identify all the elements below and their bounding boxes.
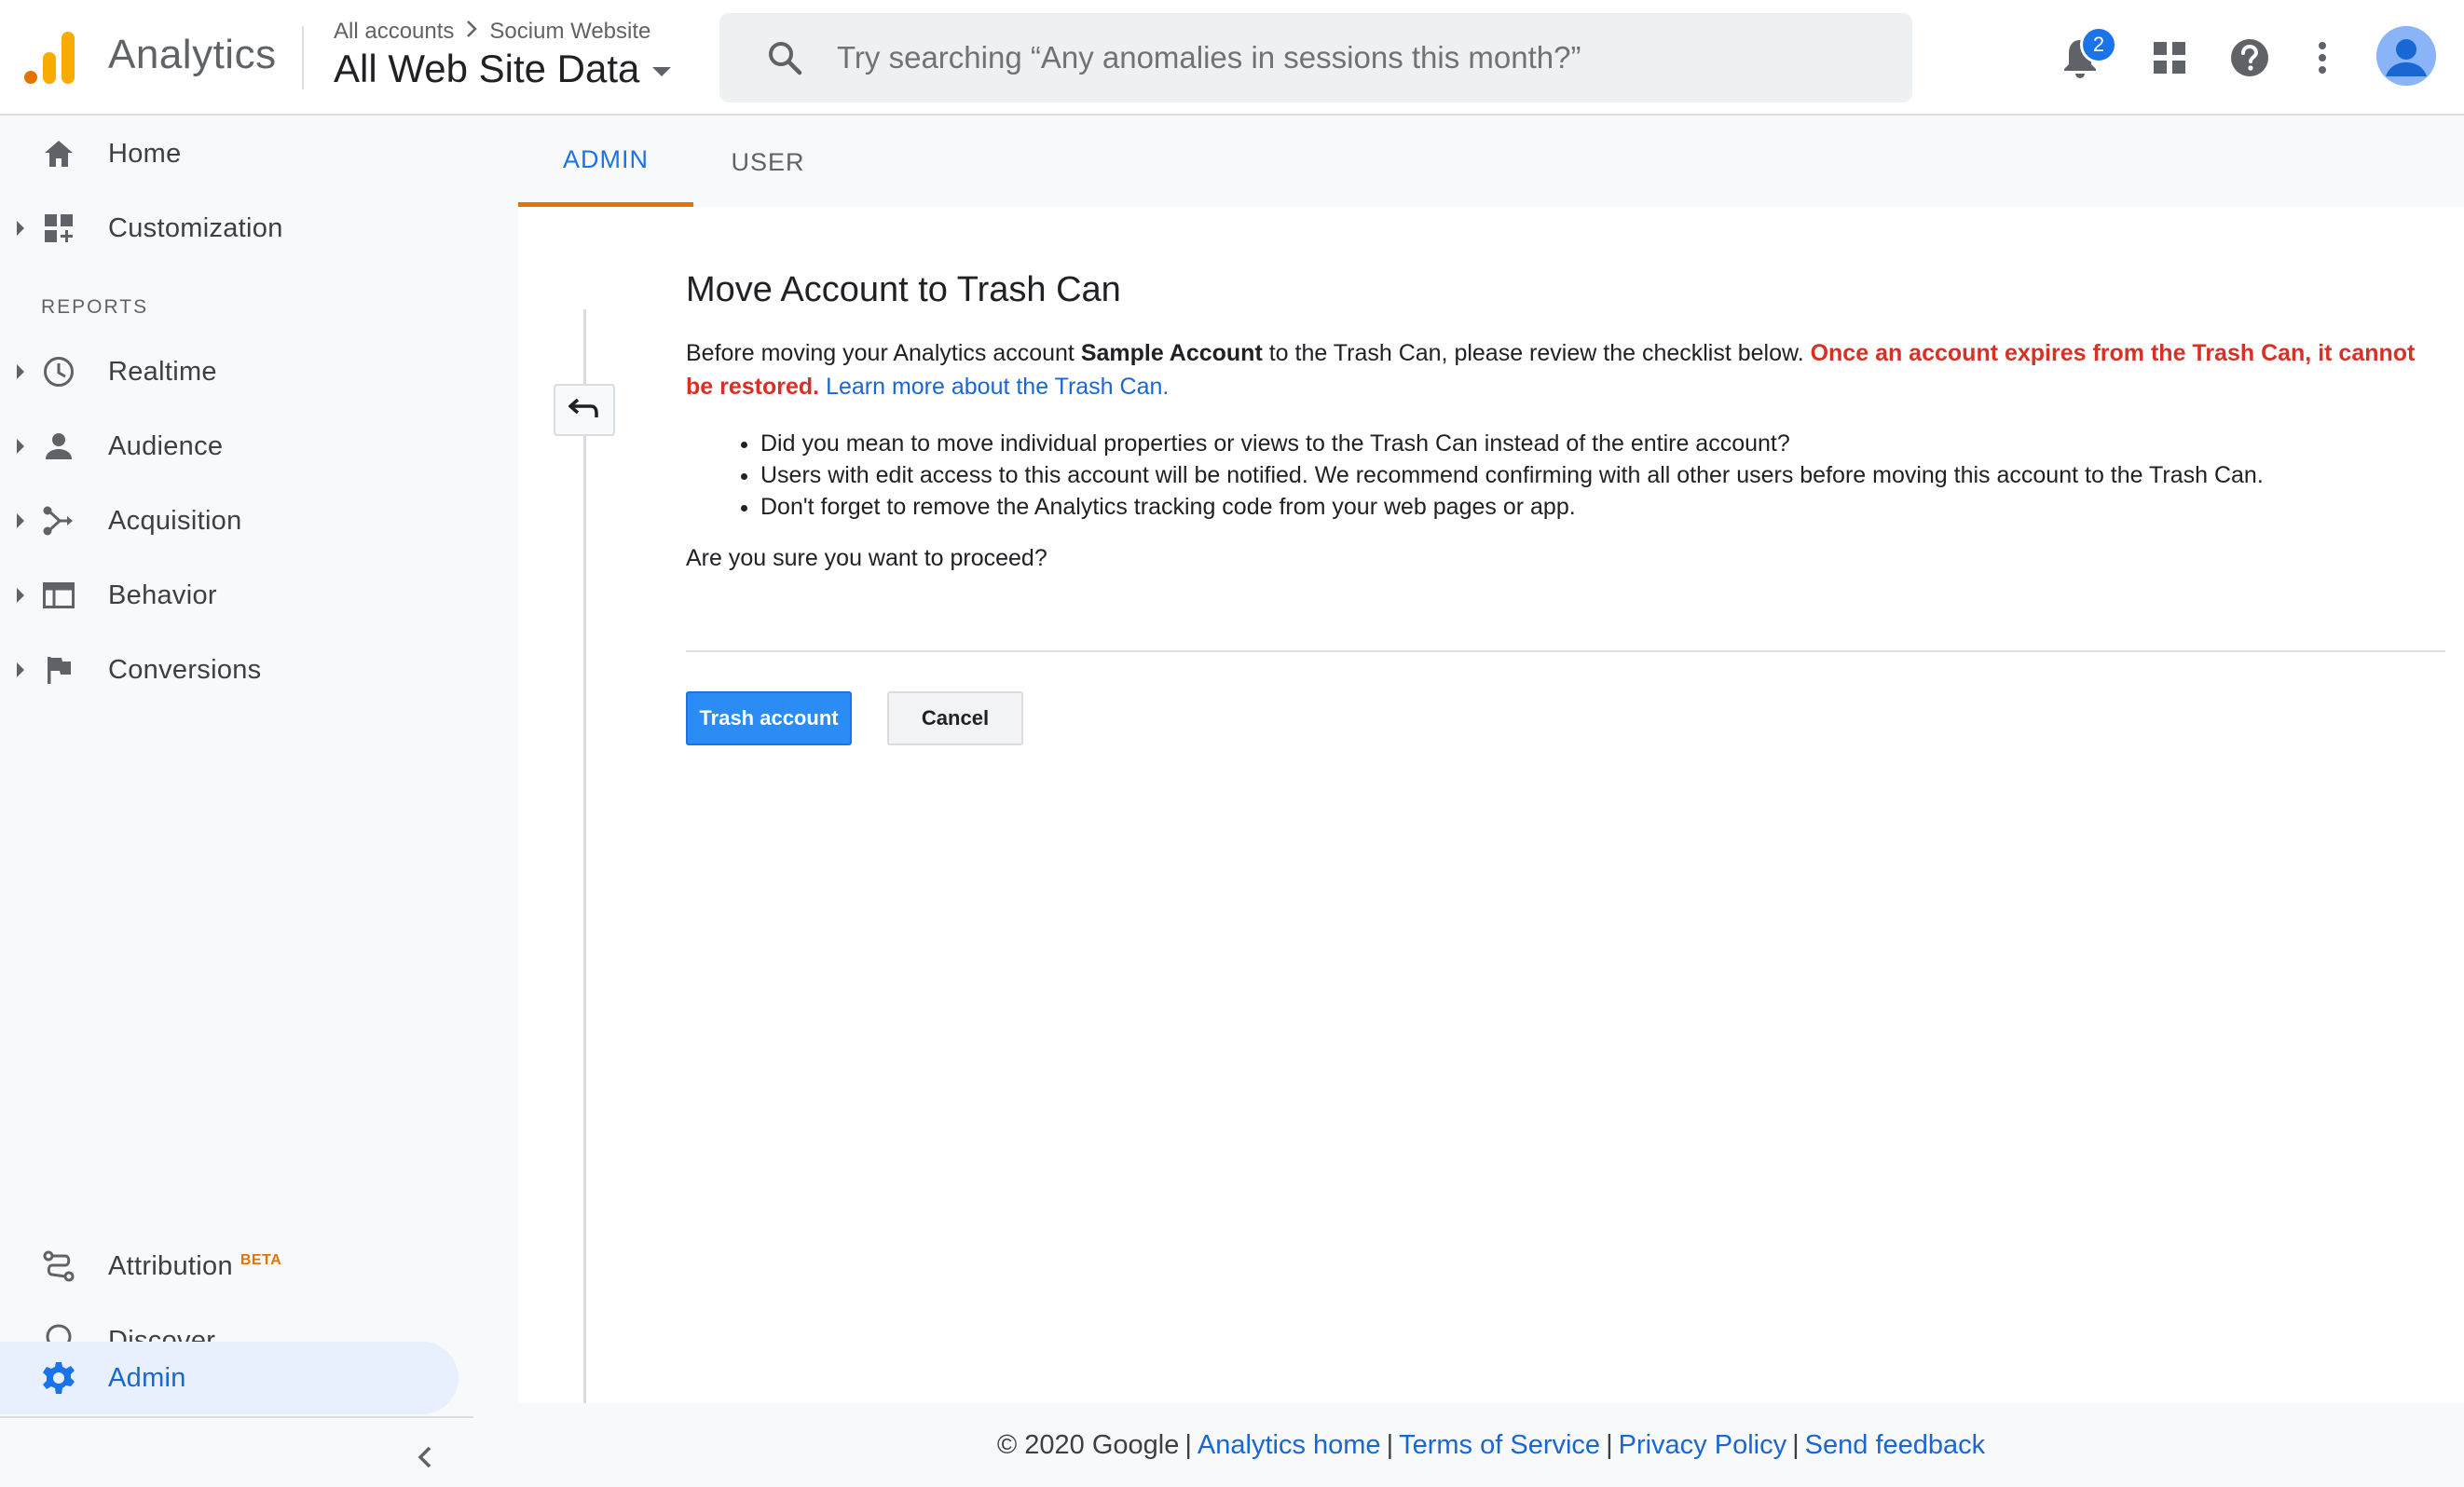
analytics-logo-icon[interactable] <box>24 30 76 84</box>
content-divider <box>686 650 2445 652</box>
nav-conversions[interactable]: Conversions <box>0 634 459 706</box>
top-app-bar: Analytics All accounts Socium Website Al… <box>0 0 2464 116</box>
person-icon <box>41 429 76 464</box>
back-arrow-icon <box>568 397 600 424</box>
notifications-count-badge: 2 <box>2080 26 2117 63</box>
dropdown-caret-icon <box>652 67 672 76</box>
breadcrumb-property[interactable]: Socium Website <box>489 19 650 45</box>
beta-badge: BETA <box>240 1251 282 1268</box>
expand-arrow-icon <box>17 439 24 454</box>
collapse-nav-chevron-left-icon[interactable] <box>408 1440 442 1474</box>
copyright: © 2020 Google <box>996 1429 1180 1460</box>
expand-arrow-icon <box>17 364 24 379</box>
nav-attribution[interactable]: Attribution BETA <box>0 1230 459 1303</box>
account-name: Sample Account <box>1080 340 1263 366</box>
nav-acquisition-label: Acquisition <box>108 505 242 536</box>
checklist-item: Users with edit access to this account w… <box>760 459 2438 491</box>
search-input[interactable] <box>837 13 1881 102</box>
view-name: All Web Site Data <box>334 47 640 90</box>
panel-guide-line <box>583 309 586 1403</box>
search-icon <box>766 39 803 76</box>
breadcrumb-account[interactable]: All accounts <box>334 19 454 45</box>
nav-behavior[interactable]: Behavior <box>0 559 459 632</box>
footer-separator: | <box>1606 1429 1613 1460</box>
nav-realtime[interactable]: Realtime <box>0 335 459 408</box>
home-icon <box>41 136 76 171</box>
footer-link-terms[interactable]: Terms of Service <box>1399 1430 1600 1461</box>
account-breadcrumb[interactable]: All accounts Socium Website <box>334 19 650 45</box>
footer-link-privacy[interactable]: Privacy Policy <box>1619 1430 1787 1461</box>
footer-link-feedback[interactable]: Send feedback <box>1805 1430 1985 1461</box>
nav-home[interactable]: Home <box>0 117 459 190</box>
browser-window-icon <box>41 578 76 613</box>
nav-behavior-label: Behavior <box>108 580 217 610</box>
nav-conversions-label: Conversions <box>108 654 262 685</box>
expand-arrow-icon <box>17 588 24 603</box>
checklist: Did you mean to move individual properti… <box>760 428 2438 523</box>
trash-account-button[interactable]: Trash account <box>686 691 852 745</box>
attribution-icon <box>41 1248 76 1284</box>
footer-separator: | <box>1792 1429 1800 1460</box>
more-vert-icon[interactable] <box>2298 34 2347 82</box>
cancel-button[interactable]: Cancel <box>887 691 1023 745</box>
expand-arrow-icon <box>17 221 24 236</box>
checklist-item: Don't forget to remove the Analytics tra… <box>760 491 2438 523</box>
clock-icon <box>41 354 76 389</box>
tab-user[interactable]: USER <box>693 117 842 207</box>
page-title: Move Account to Trash Can <box>686 270 1121 309</box>
nav-realtime-label: Realtime <box>108 356 217 387</box>
chevron-right-icon <box>465 20 478 44</box>
nav-customization-label: Customization <box>108 212 283 243</box>
footer-separator: | <box>1184 1429 1192 1460</box>
intro-paragraph: Before moving your Analytics account Sam… <box>686 336 2438 403</box>
nav-admin[interactable]: Admin <box>0 1342 459 1414</box>
search-bar[interactable] <box>719 13 1912 102</box>
learn-more-link[interactable]: Learn more about the Trash Can. <box>826 374 1169 400</box>
nav-admin-label: Admin <box>108 1362 186 1393</box>
footer-separator: | <box>1386 1429 1394 1460</box>
app-name: Analytics <box>108 32 277 77</box>
back-button[interactable] <box>554 384 615 436</box>
intro-suffix: to the Trash Can, please review the chec… <box>1262 340 1811 366</box>
help-icon[interactable] <box>2225 34 2274 82</box>
nav-audience-label: Audience <box>108 430 224 461</box>
dialog-content: Move Account to Trash Can Before moving … <box>686 268 2438 572</box>
nav-acquisition[interactable]: Acquisition <box>0 484 459 557</box>
trash-account-panel: Move Account to Trash Can Before moving … <box>518 207 2464 1403</box>
apps-icon[interactable] <box>2145 34 2194 82</box>
header-divider <box>302 26 304 89</box>
admin-user-tabs: ADMIN USER <box>518 117 2464 207</box>
account-avatar[interactable] <box>2376 26 2436 86</box>
expand-arrow-icon <box>17 662 24 677</box>
nav-audience[interactable]: Audience <box>0 410 459 483</box>
gear-icon <box>41 1360 76 1396</box>
dashboard-plus-icon <box>41 211 76 246</box>
tab-admin[interactable]: ADMIN <box>518 117 693 207</box>
nav-attribution-label: Attribution BETA <box>108 1251 281 1282</box>
expand-arrow-icon <box>17 513 24 528</box>
reports-section-heading: REPORTS <box>41 296 149 318</box>
footer: © 2020 Google | Analytics home | Terms o… <box>518 1403 2464 1487</box>
acquisition-icon <box>41 503 76 539</box>
footer-link-analytics-home[interactable]: Analytics home <box>1198 1430 1381 1461</box>
nav-customization[interactable]: Customization <box>0 192 459 265</box>
nav-home-label: Home <box>108 138 182 169</box>
flag-icon <box>41 652 76 688</box>
checklist-item: Did you mean to move individual properti… <box>760 428 2438 459</box>
view-selector[interactable]: All Web Site Data <box>334 47 672 91</box>
attribution-label-text: Attribution <box>108 1250 233 1281</box>
left-nav: Home Customization REPORTS Realtime Audi… <box>0 117 475 1487</box>
confirm-question: Are you sure you want to proceed? <box>686 545 1047 571</box>
intro-prefix: Before moving your Analytics account <box>686 340 1081 366</box>
sidebar-divider <box>0 1416 473 1418</box>
